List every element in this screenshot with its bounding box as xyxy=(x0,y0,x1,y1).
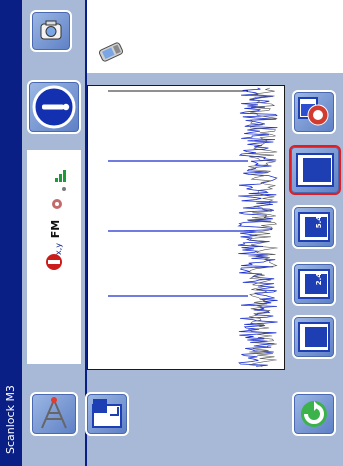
info-button[interactable] xyxy=(27,80,81,134)
fm-label: FM xyxy=(49,219,62,239)
mode-button-24[interactable]: 2.4 xyxy=(292,262,336,306)
xy-label: x,y xyxy=(54,242,63,255)
settings-button[interactable] xyxy=(292,90,336,134)
phone-icon xyxy=(94,38,128,66)
window-icon xyxy=(298,322,330,352)
spectrum-graph xyxy=(108,87,278,367)
refresh-button[interactable] xyxy=(292,392,336,436)
antenna-button[interactable] xyxy=(30,392,78,436)
status-panel: x,y FM xyxy=(27,150,81,364)
window-icon xyxy=(92,399,122,428)
mode-button-1[interactable] xyxy=(289,145,341,195)
info-icon xyxy=(32,85,76,129)
window-icon xyxy=(296,153,334,187)
spectrum-plot[interactable] xyxy=(87,85,285,370)
badge-24: 2.4 xyxy=(315,272,323,286)
camera-button[interactable] xyxy=(30,10,72,52)
stop-icon xyxy=(46,254,62,270)
window-button[interactable] xyxy=(85,392,129,436)
antenna-tower-icon xyxy=(41,397,67,429)
settings-icon xyxy=(298,97,329,126)
camera-icon xyxy=(40,20,62,40)
mode-button-54[interactable]: 5.4 xyxy=(292,205,336,249)
dot-icon xyxy=(62,187,66,191)
badge-54: 5.4 xyxy=(315,215,323,229)
signal-icon xyxy=(52,199,62,209)
title-bar: Scanlock M3 xyxy=(0,0,22,466)
app-title: Scanlock M3 xyxy=(4,385,17,454)
mode-button-empty[interactable] xyxy=(292,315,336,359)
signal-bars-icon xyxy=(55,170,66,182)
refresh-icon xyxy=(301,401,327,427)
